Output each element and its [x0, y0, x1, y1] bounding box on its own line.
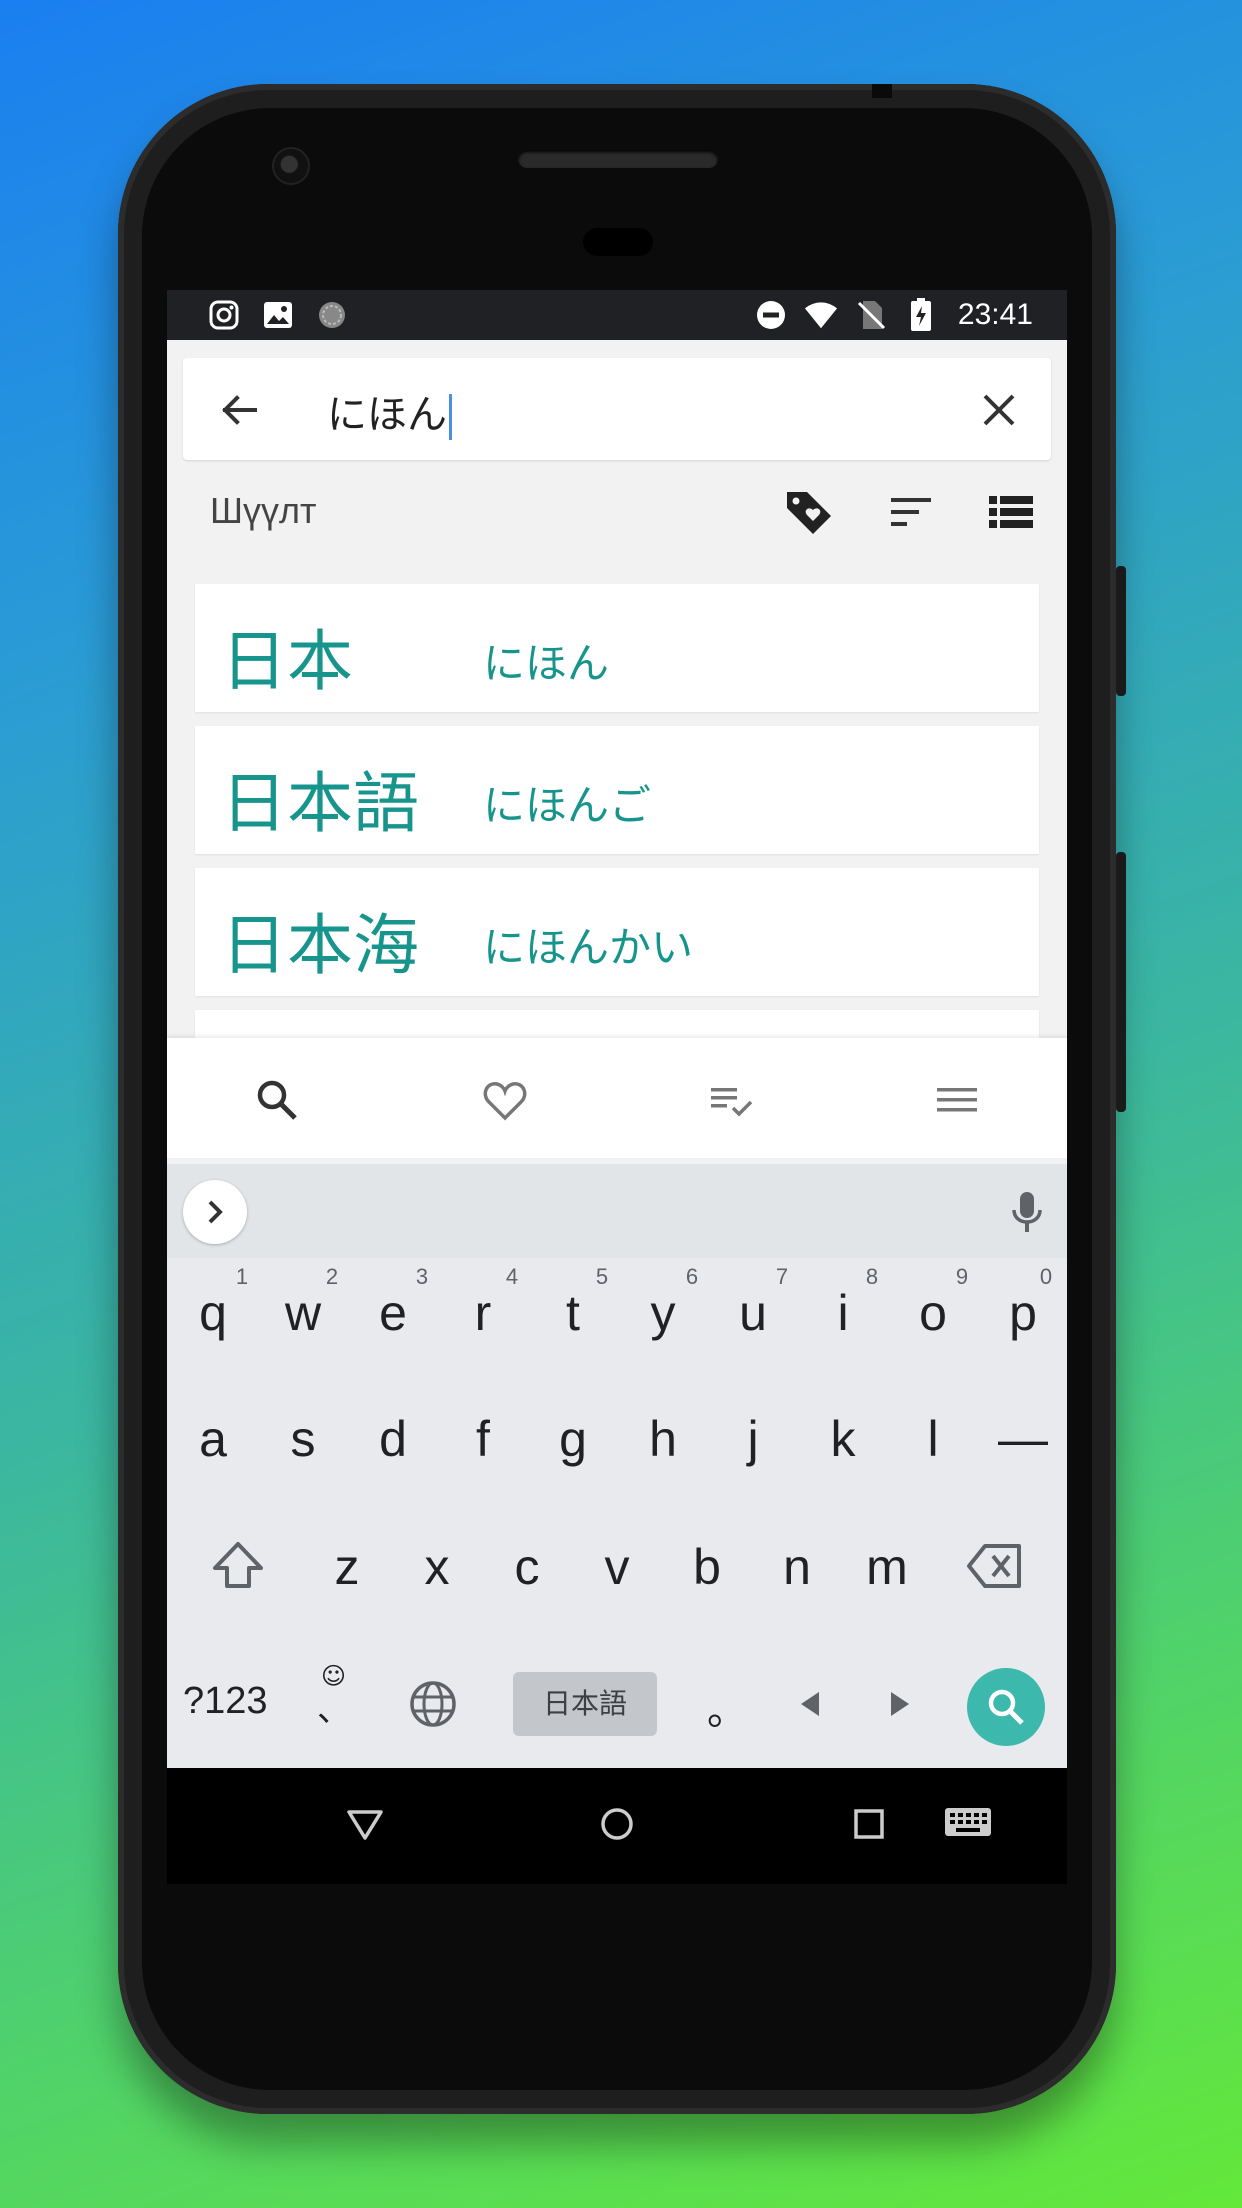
menu-icon[interactable]: [933, 1076, 981, 1124]
key-z[interactable]: z: [307, 1538, 387, 1596]
key-hint-8: 8: [865, 1264, 879, 1289]
search-input[interactable]: にほん: [327, 382, 452, 440]
proximity-sensor: [583, 228, 653, 256]
key-hint-5: 5: [595, 1264, 609, 1289]
result-kanji: 日本: [221, 623, 353, 700]
key-s[interactable]: s: [263, 1410, 343, 1468]
key-dash[interactable]: —: [983, 1410, 1063, 1468]
heart-icon[interactable]: [481, 1076, 529, 1124]
checklist-icon[interactable]: [707, 1076, 755, 1124]
earpiece-speaker: [518, 150, 718, 168]
result-kanji: 日本語: [221, 765, 419, 842]
sync-icon: [315, 298, 349, 332]
symbols-key[interactable]: ?123: [183, 1680, 268, 1723]
key-hint-7: 7: [775, 1264, 789, 1289]
key-hint-2: 2: [325, 1264, 339, 1289]
soft-keyboard: q w e r t y u i o p 1 2 3 4 5 6 7 8 9 0 …: [167, 1164, 1067, 1768]
keyboard-expand-button[interactable]: [183, 1180, 247, 1244]
key-q[interactable]: q: [173, 1284, 253, 1342]
key-f[interactable]: f: [443, 1410, 523, 1468]
keyboard-search-button[interactable]: [967, 1668, 1045, 1746]
sort-icon[interactable]: [885, 486, 937, 538]
key-v[interactable]: v: [577, 1538, 657, 1596]
text-cursor: [449, 394, 452, 440]
list-item-partial[interactable]: [195, 1010, 1039, 1038]
key-k[interactable]: k: [803, 1410, 883, 1468]
power-button: [1116, 566, 1126, 696]
system-navigation-bar: [167, 1768, 1067, 1884]
list-item[interactable]: 日本 にほん: [195, 584, 1039, 712]
list-item[interactable]: 日本海 にほんかい: [195, 868, 1039, 996]
key-m[interactable]: m: [847, 1538, 927, 1596]
search-icon: [988, 1689, 1024, 1725]
key-r[interactable]: r: [443, 1284, 523, 1342]
close-icon[interactable]: [979, 390, 1019, 430]
key-g[interactable]: g: [533, 1410, 613, 1468]
key-hint-6: 6: [685, 1264, 699, 1289]
list-view-icon[interactable]: [985, 486, 1037, 538]
key-hint-4: 4: [505, 1264, 519, 1289]
key-p[interactable]: p: [983, 1284, 1063, 1342]
battery-charging-icon: [904, 298, 938, 332]
key-a[interactable]: a: [173, 1410, 253, 1468]
search-icon[interactable]: [253, 1076, 301, 1124]
result-reading: にほん: [483, 639, 610, 688]
key-c[interactable]: c: [487, 1538, 567, 1596]
globe-icon[interactable]: [407, 1678, 459, 1730]
key-x[interactable]: x: [397, 1538, 477, 1596]
cursor-left-icon[interactable]: [795, 1688, 825, 1720]
key-i[interactable]: i: [803, 1284, 883, 1342]
status-bar: 23:41: [167, 290, 1067, 340]
key-n[interactable]: n: [757, 1538, 837, 1596]
shift-icon[interactable]: [209, 1540, 267, 1592]
no-sim-icon: [854, 298, 888, 332]
search-bar[interactable]: にほん: [183, 358, 1051, 460]
key-t[interactable]: t: [533, 1284, 613, 1342]
app-screen: 23:41 にほん Шүүлт 日本 にほん 日本語 にほんご 日本海 にほんか…: [167, 290, 1067, 1884]
key-e[interactable]: e: [353, 1284, 433, 1342]
key-hint-0: 0: [1039, 1264, 1053, 1289]
recents-square-icon[interactable]: [847, 1802, 891, 1846]
key-hint-9: 9: [955, 1264, 969, 1289]
bottom-navigation: [167, 1038, 1067, 1158]
period-key[interactable]: 。: [707, 1678, 747, 1736]
key-u[interactable]: u: [713, 1284, 793, 1342]
back-arrow-icon[interactable]: [217, 388, 261, 432]
search-input-text: にほん: [327, 392, 447, 438]
key-h[interactable]: h: [623, 1410, 703, 1468]
instagram-icon: [207, 298, 241, 332]
microphone-icon[interactable]: [1007, 1190, 1047, 1234]
status-time: 23:41: [957, 298, 1033, 331]
key-hint-3: 3: [415, 1264, 429, 1289]
result-reading: にほんかい: [483, 923, 694, 972]
key-hint-1: 1: [235, 1264, 249, 1289]
key-b[interactable]: b: [667, 1538, 747, 1596]
tag-heart-icon[interactable]: [783, 486, 835, 538]
backspace-icon[interactable]: [967, 1542, 1025, 1590]
phone-notch: [872, 84, 892, 98]
result-reading: にほんご: [483, 781, 652, 830]
volume-button: [1116, 852, 1126, 1112]
back-triangle-icon[interactable]: [343, 1802, 387, 1846]
chevron-right-icon: [208, 1200, 223, 1224]
do-not-disturb-icon: [754, 298, 788, 332]
keyboard-suggestion-strip: [167, 1164, 1067, 1258]
wifi-icon: [804, 298, 838, 332]
key-l[interactable]: l: [893, 1410, 973, 1468]
home-circle-icon[interactable]: [595, 1802, 639, 1846]
filter-label: Шүүлт: [210, 490, 317, 531]
space-key[interactable]: 日本語: [513, 1672, 657, 1736]
key-w[interactable]: w: [263, 1284, 343, 1342]
comma-key[interactable]: 、: [317, 1682, 351, 1731]
image-icon: [261, 298, 295, 332]
key-y[interactable]: y: [623, 1284, 703, 1342]
result-kanji: 日本海: [221, 907, 419, 984]
front-camera: [272, 147, 310, 185]
key-o[interactable]: o: [893, 1284, 973, 1342]
keyboard-switch-icon[interactable]: [943, 1804, 993, 1842]
cursor-right-icon[interactable]: [885, 1688, 915, 1720]
key-j[interactable]: j: [713, 1410, 793, 1468]
list-item[interactable]: 日本語 にほんご: [195, 726, 1039, 854]
key-d[interactable]: d: [353, 1410, 433, 1468]
